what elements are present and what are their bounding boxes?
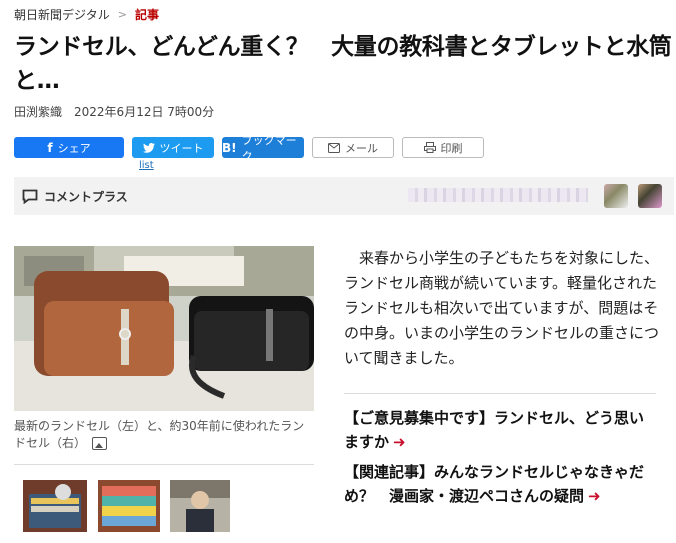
- publish-date: 2022年6月12日 7時00分: [74, 105, 215, 119]
- main-photo[interactable]: [14, 246, 314, 411]
- share-bar: f シェア ツイート B! ブックマーク メール 印刷: [14, 134, 484, 163]
- hatena-bookmark-icon: B!: [222, 140, 237, 155]
- randoseru-photo-image: [14, 246, 314, 411]
- facebook-share-button[interactable]: f シェア: [14, 137, 124, 158]
- photo-thumbnail[interactable]: [23, 480, 87, 532]
- twitter-bird-icon: [142, 142, 155, 153]
- hatena-bookmark-button[interactable]: B! ブックマーク: [222, 134, 304, 163]
- hatena-bookmark-label: ブックマーク: [241, 133, 297, 163]
- comment-plus-label: コメントプラス: [44, 189, 128, 204]
- photo-thumbnail[interactable]: [98, 480, 160, 532]
- printer-icon: [423, 142, 436, 153]
- related-link-text: 【ご意見募集中です】ランドセル、どう思いますか: [344, 409, 645, 451]
- print-label: 印刷: [440, 141, 463, 155]
- list-link[interactable]: list: [139, 160, 154, 171]
- comment-bubble-icon: [22, 189, 38, 204]
- arrow-right-icon: ➜: [393, 433, 406, 451]
- article-lead: 来春から小学生の子どもたちを対象にした、ランドセル商戦が続いています。軽量化され…: [344, 249, 660, 367]
- author-name: 田渕紫織: [14, 105, 63, 119]
- mail-share-button[interactable]: メール: [312, 137, 394, 158]
- photo-caption: 最新のランドセル（左）と、約30年前に使われたランドセル（右）: [14, 418, 314, 452]
- arrow-right-icon: ➜: [588, 487, 601, 505]
- twitter-share-button[interactable]: ツイート: [132, 137, 214, 158]
- related-link[interactable]: 【ご意見募集中です】ランドセル、どう思いますか ➜: [344, 406, 658, 454]
- divider: [344, 393, 656, 394]
- thumbnail-image: [98, 480, 160, 532]
- thumbnail-image: [23, 480, 87, 532]
- divider: [14, 464, 314, 465]
- photo-thumbnail[interactable]: [170, 480, 230, 532]
- article-title: ランドセル、どんどん重く？ 大量の教科書とタブレットと水筒と…: [14, 34, 672, 94]
- breadcrumb-site-link[interactable]: 朝日新聞デジタル: [14, 6, 110, 23]
- photo-caption-text: 最新のランドセル（左）と、約30年前に使われたランドセル（右）: [14, 419, 305, 450]
- facebook-icon: f: [47, 140, 53, 155]
- mail-share-label: メール: [345, 141, 378, 155]
- related-link[interactable]: 【関連記事】みんなランドセルじゃなきゃだめ？ 漫画家・渡辺ペコさんの疑問 ➜: [344, 460, 658, 508]
- facebook-share-label: シェア: [57, 141, 91, 155]
- commenter-avatar[interactable]: [638, 184, 662, 208]
- commenter-names-obscured: [408, 188, 588, 202]
- mail-icon: [328, 142, 340, 153]
- twitter-share-label: ツイート: [159, 141, 204, 155]
- commenter-avatar[interactable]: [604, 184, 628, 208]
- breadcrumb-separator: >: [117, 8, 127, 21]
- breadcrumb: 朝日新聞デジタル > 記事: [14, 6, 159, 23]
- breadcrumb-current[interactable]: 記事: [135, 6, 159, 23]
- comment-plus-bar[interactable]: コメントプラス: [14, 177, 674, 215]
- thumbnail-image: [170, 480, 230, 532]
- gallery-icon[interactable]: [92, 437, 108, 450]
- print-button[interactable]: 印刷: [402, 137, 484, 158]
- byline: 田渕紫織 2022年6月12日 7時00分: [14, 103, 214, 120]
